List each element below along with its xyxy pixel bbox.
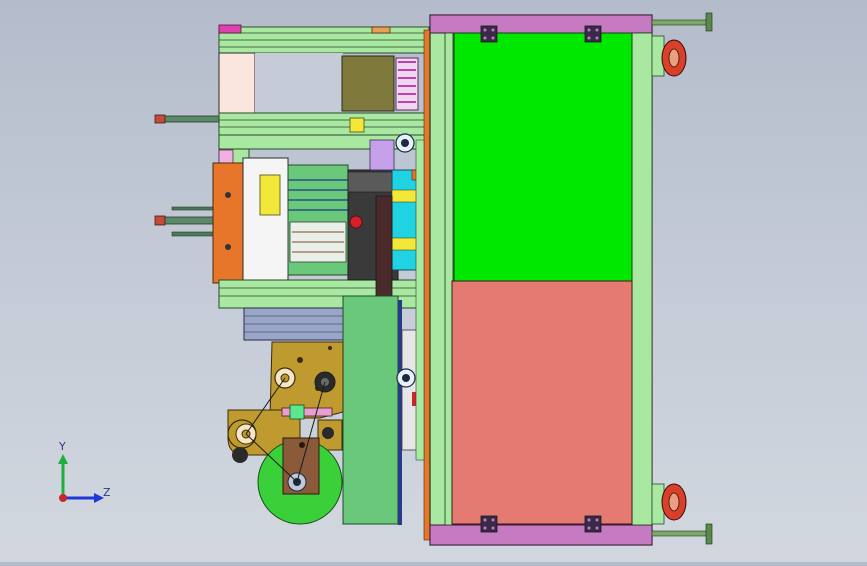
cad-viewport[interactable]: Y Z: [0, 0, 867, 562]
machine-model: [154, 12, 713, 546]
salmon-panel: [451, 280, 633, 525]
z-axis-label: Z: [103, 486, 111, 499]
x-axis-dot: [59, 494, 67, 502]
left-rods: [154, 114, 221, 237]
casters-and-feet: [651, 12, 713, 545]
upper-frame: [218, 24, 430, 150]
green-panel: [453, 32, 633, 282]
vertical-plate: [342, 295, 429, 525]
axis-triad: Y Z: [50, 440, 120, 510]
lower-mechanism: [227, 341, 344, 525]
y-axis-label: Y: [59, 440, 66, 453]
